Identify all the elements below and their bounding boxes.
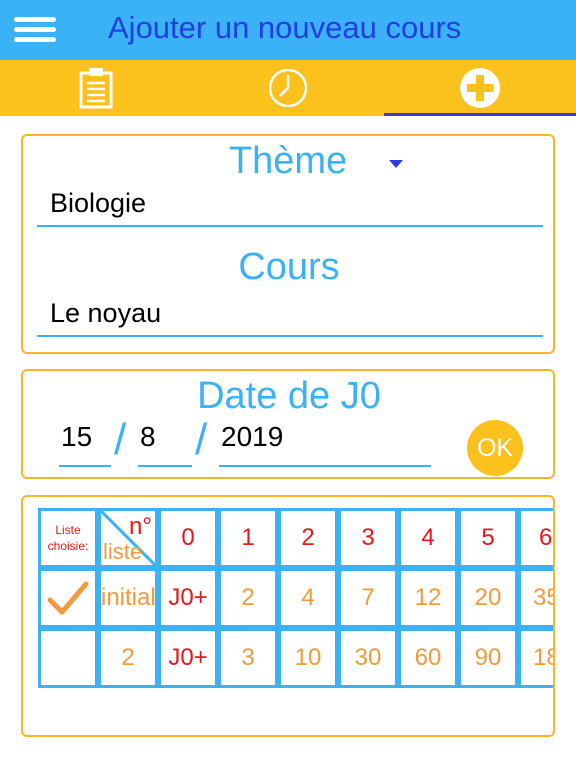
- app-header: Ajouter un nouveau cours: [0, 0, 576, 60]
- tab-courses-list[interactable]: [0, 60, 192, 116]
- column-header: 4: [398, 508, 458, 568]
- list-name-header: liste: [103, 539, 143, 564]
- column-header: 1: [218, 508, 278, 568]
- selected-list-header: Liste choisie:: [38, 508, 98, 568]
- table-cell: J0+: [158, 628, 218, 688]
- review-schedule-card: Liste choisie: n° liste 0 1 2 3 4 5 6 ini…: [21, 495, 555, 737]
- active-tab-indicator: [384, 113, 576, 116]
- table-cell: 3: [218, 628, 278, 688]
- table-cell: 180: [518, 628, 553, 688]
- column-header: 0: [158, 508, 218, 568]
- date-card: Date de J0 15 / 8 / 2019 OK: [21, 369, 555, 479]
- theme-dropdown-arrow-icon[interactable]: [389, 160, 403, 168]
- table-cell: J0+: [158, 568, 218, 628]
- theme-underline: [37, 225, 543, 227]
- date-label: Date de J0: [197, 375, 381, 417]
- plus-circle-icon: [460, 68, 500, 108]
- selected-list-header-line1: Liste: [55, 523, 81, 537]
- table-cell: 90: [458, 628, 518, 688]
- column-header: 2: [278, 508, 338, 568]
- cours-field[interactable]: Le noyau: [50, 298, 161, 329]
- ok-button[interactable]: OK: [467, 420, 523, 476]
- list-name-cell[interactable]: initial: [98, 568, 158, 628]
- cours-underline: [37, 335, 543, 337]
- tab-bar: [0, 60, 576, 116]
- table-cell: 4: [278, 568, 338, 628]
- menu-bar-bottom: [14, 37, 56, 42]
- date-separator: /: [195, 415, 208, 464]
- n-liste-header: n° liste: [98, 508, 158, 568]
- cours-label: Cours: [238, 246, 340, 288]
- table-cell: 35: [518, 568, 553, 628]
- menu-bar-middle: [14, 27, 56, 32]
- day-field[interactable]: 15: [59, 421, 111, 467]
- column-header: 6: [518, 508, 553, 568]
- month-field[interactable]: 8: [138, 421, 192, 467]
- clock-icon: [268, 68, 308, 108]
- theme-field[interactable]: Biologie: [50, 188, 146, 219]
- row-select-cell[interactable]: [38, 628, 98, 688]
- clipboard-icon: [79, 68, 113, 109]
- theme-label: Thème: [228, 140, 348, 182]
- column-number-header: n°: [129, 513, 152, 540]
- column-header: 5: [458, 508, 518, 568]
- hamburger-menu-icon[interactable]: [14, 17, 56, 43]
- course-info-card: Thème Biologie Cours Le noyau: [21, 134, 555, 354]
- table-cell: 20: [458, 568, 518, 628]
- table-cell: 7: [338, 568, 398, 628]
- tab-add-course[interactable]: [384, 60, 576, 116]
- page-title: Ajouter un nouveau cours: [108, 10, 462, 45]
- table-cell: 30: [338, 628, 398, 688]
- list-name-cell[interactable]: 2: [98, 628, 158, 688]
- table-cell: 12: [398, 568, 458, 628]
- table-cell: 2: [218, 568, 278, 628]
- table-cell: 10: [278, 628, 338, 688]
- tab-schedule[interactable]: [192, 60, 384, 116]
- column-header: 3: [338, 508, 398, 568]
- row-select-cell[interactable]: [38, 568, 98, 628]
- checkmark-icon: [47, 581, 89, 615]
- selected-list-header-line2: choisie:: [47, 539, 89, 553]
- year-field[interactable]: 2019: [219, 421, 431, 467]
- table-cell: 60: [398, 628, 458, 688]
- date-separator: /: [114, 415, 127, 464]
- menu-bar-top: [14, 17, 56, 22]
